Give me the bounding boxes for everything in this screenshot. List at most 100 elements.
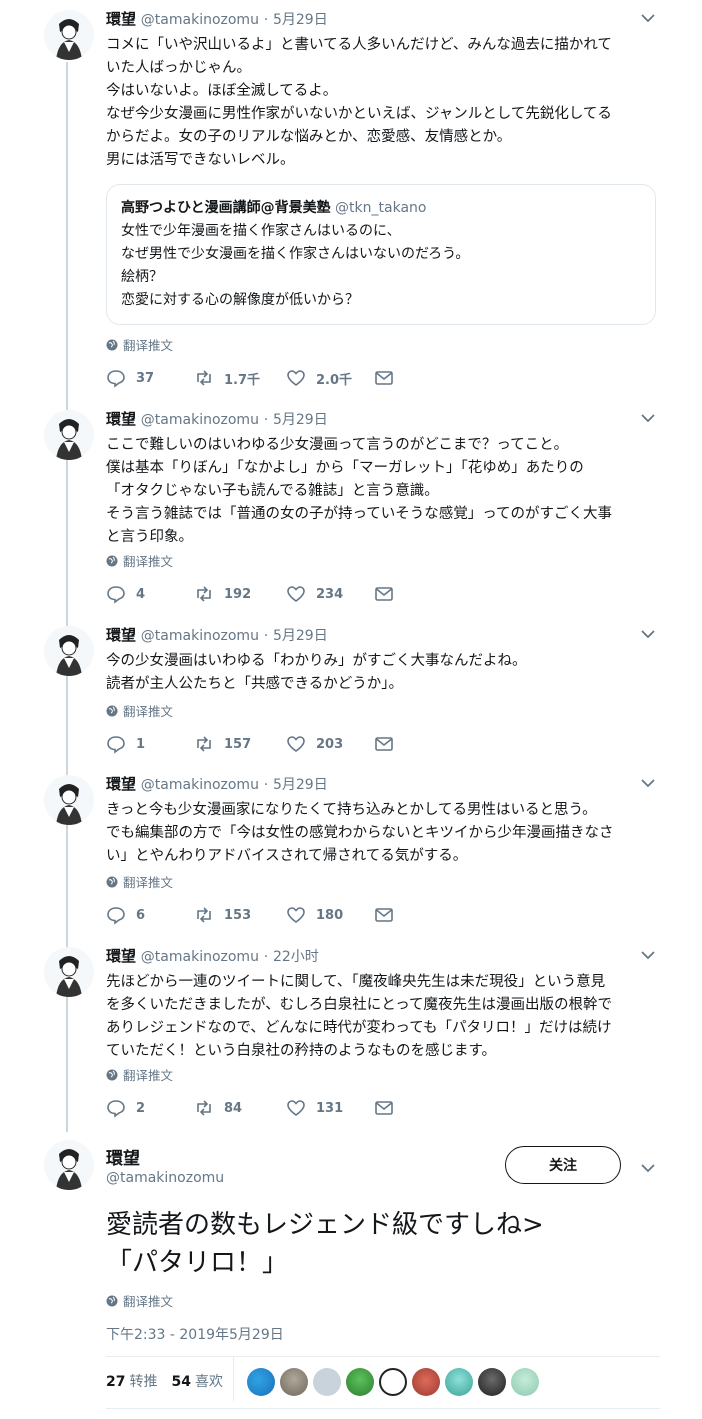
follow-button[interactable]: 关注 bbox=[505, 1146, 621, 1184]
separator-dot: · bbox=[263, 777, 269, 793]
user-handle[interactable]: @tamakinozomu bbox=[141, 628, 259, 644]
quote-line: 恋愛に対する心の解像度が低いから？ bbox=[121, 292, 359, 308]
tweet-time[interactable]: 5月29日 bbox=[273, 12, 328, 28]
chevron-down-icon[interactable] bbox=[640, 628, 656, 640]
retweet-total: 27 bbox=[106, 1374, 126, 1390]
separator-dot: · bbox=[263, 949, 269, 965]
user-name[interactable]: 環望 bbox=[106, 626, 136, 644]
user-name[interactable]: 環望 bbox=[106, 410, 136, 428]
text-line: なぜ今少女漫画に男性作家がいないかといえば、ジャンルとして先鋭化してる bbox=[106, 106, 612, 122]
retweet-icon bbox=[197, 586, 211, 602]
tweet-time[interactable]: 5月29日 bbox=[273, 412, 328, 428]
text-line: 男には活写できないレベル。 bbox=[106, 152, 295, 168]
chevron-down-icon[interactable] bbox=[640, 777, 656, 789]
main-user-handle[interactable]: @tamakinozomu bbox=[106, 1170, 224, 1186]
message-button[interactable] bbox=[374, 905, 394, 925]
user-handle[interactable]: @tamakinozomu bbox=[141, 949, 259, 965]
divider bbox=[106, 1408, 660, 1409]
user-handle[interactable]: @tamakinozomu bbox=[141, 12, 259, 28]
chevron-down-icon[interactable] bbox=[640, 949, 656, 961]
user-name[interactable]: 環望 bbox=[106, 775, 136, 793]
reply-button[interactable]: 4 bbox=[106, 584, 194, 604]
avatar[interactable] bbox=[44, 626, 94, 676]
like-button[interactable]: 131 bbox=[286, 1098, 374, 1118]
avatar[interactable] bbox=[44, 10, 94, 60]
avatar[interactable] bbox=[44, 775, 94, 825]
liker-avatar[interactable] bbox=[511, 1368, 539, 1396]
reply-button[interactable]: 1 bbox=[106, 734, 194, 754]
text-line: 「オタクじゃない子も読んでる雑誌」と言う意識。 bbox=[106, 483, 439, 499]
mail-icon bbox=[375, 737, 393, 751]
retweet-button[interactable]: 153 bbox=[194, 905, 286, 925]
retweet-button[interactable]: 157 bbox=[194, 734, 286, 754]
liker-avatars bbox=[247, 1368, 539, 1396]
like-button[interactable]: 234 bbox=[286, 584, 374, 604]
retweet-count: 157 bbox=[224, 736, 252, 752]
retweet-stat[interactable]: 27 转推 bbox=[106, 1371, 157, 1391]
retweet-button[interactable]: 192 bbox=[194, 584, 286, 604]
globe-icon bbox=[106, 1069, 118, 1080]
reply-icon bbox=[107, 736, 125, 754]
translate-link[interactable]: 翻译推文 bbox=[106, 1065, 173, 1084]
tweet-timestamp[interactable]: 下午2:33 - 2019年5月29日 bbox=[106, 1324, 284, 1344]
chevron-down-icon[interactable] bbox=[640, 12, 656, 24]
tweet-header: 環望 @tamakinozomu · 5月29日 bbox=[106, 773, 328, 794]
retweet-button[interactable]: 84 bbox=[194, 1098, 286, 1118]
translate-link[interactable]: 翻译推文 bbox=[106, 701, 173, 720]
liker-avatar[interactable] bbox=[478, 1368, 506, 1396]
liker-avatar[interactable] bbox=[445, 1368, 473, 1396]
tweet-actions: 37 1.7千 2.0千 bbox=[106, 368, 394, 388]
reply-count: 6 bbox=[136, 907, 146, 923]
chevron-down-icon[interactable] bbox=[640, 1162, 656, 1174]
tweet-header: 環望 @tamakinozomu · 5月29日 bbox=[106, 408, 328, 429]
text-line: 「パタリロ！」 bbox=[106, 1248, 289, 1278]
like-button[interactable]: 203 bbox=[286, 734, 374, 754]
translate-link[interactable]: 翻译推文 bbox=[106, 1291, 173, 1310]
separator-dot: · bbox=[263, 12, 269, 28]
retweet-button[interactable]: 1.7千 bbox=[194, 368, 286, 388]
translate-label: 翻译推文 bbox=[123, 1068, 174, 1083]
reply-button[interactable]: 2 bbox=[106, 1098, 194, 1118]
liker-avatar[interactable] bbox=[313, 1368, 341, 1396]
text-line: でも編集部の方で「今は女性の感覚わからないとキツイから少年漫画描きなさ bbox=[106, 825, 614, 841]
reply-button[interactable]: 37 bbox=[106, 368, 194, 388]
like-button[interactable]: 2.0千 bbox=[286, 368, 374, 388]
user-handle[interactable]: @tamakinozomu bbox=[141, 777, 259, 793]
like-button[interactable]: 180 bbox=[286, 905, 374, 925]
retweet-icon bbox=[197, 1100, 211, 1116]
engagement-stats: 27 转推 54 喜欢 bbox=[106, 1371, 223, 1391]
translate-link[interactable]: 翻译推文 bbox=[106, 335, 173, 354]
user-handle[interactable]: @tamakinozomu bbox=[141, 412, 259, 428]
tweet-time[interactable]: 22小时 bbox=[273, 949, 319, 965]
translate-link[interactable]: 翻译推文 bbox=[106, 872, 173, 891]
message-button[interactable] bbox=[374, 368, 394, 388]
user-name[interactable]: 環望 bbox=[106, 947, 136, 965]
quote-line: 絵柄？ bbox=[121, 269, 163, 285]
avatar[interactable] bbox=[44, 1140, 94, 1190]
liker-avatar[interactable] bbox=[247, 1368, 275, 1396]
quoted-tweet[interactable]: 高野つよひと漫画講師@背景美塾 @tkn_takano 女性で少年漫画を描く作家… bbox=[106, 184, 656, 325]
tweet-time[interactable]: 5月29日 bbox=[273, 777, 328, 793]
liker-avatar[interactable] bbox=[346, 1368, 374, 1396]
tweet-time[interactable]: 5月29日 bbox=[273, 628, 328, 644]
text-line: 愛読者の数もレジェンド級ですしね> bbox=[106, 1210, 544, 1240]
message-button[interactable] bbox=[374, 1098, 394, 1118]
translate-link[interactable]: 翻译推文 bbox=[106, 551, 173, 570]
liker-avatar[interactable] bbox=[379, 1368, 407, 1396]
message-button[interactable] bbox=[374, 584, 394, 604]
separator-dot: · bbox=[263, 628, 269, 644]
quote-line: なぜ男性で少女漫画を描く作家さんはいないのだろう。 bbox=[121, 246, 470, 262]
avatar[interactable] bbox=[44, 947, 94, 997]
translate-label: 翻译推文 bbox=[123, 338, 174, 353]
text-line: ありレジェンドなので、どんなに時代が変わっても「パタリロ！」だけは続け bbox=[106, 1020, 612, 1036]
avatar[interactable] bbox=[44, 410, 94, 460]
chevron-down-icon[interactable] bbox=[640, 412, 656, 424]
reply-button[interactable]: 6 bbox=[106, 905, 194, 925]
user-name[interactable]: 環望 bbox=[106, 10, 136, 28]
main-user-name[interactable]: 環望 bbox=[106, 1144, 140, 1169]
like-stat[interactable]: 54 喜欢 bbox=[171, 1371, 222, 1391]
liker-avatar[interactable] bbox=[412, 1368, 440, 1396]
tweet-text: ここで難しいのはいわゆる少女漫画って言うのがどこまで？ってこと。 僕は基本「りぼ… bbox=[106, 434, 666, 549]
message-button[interactable] bbox=[374, 734, 394, 754]
liker-avatar[interactable] bbox=[280, 1368, 308, 1396]
